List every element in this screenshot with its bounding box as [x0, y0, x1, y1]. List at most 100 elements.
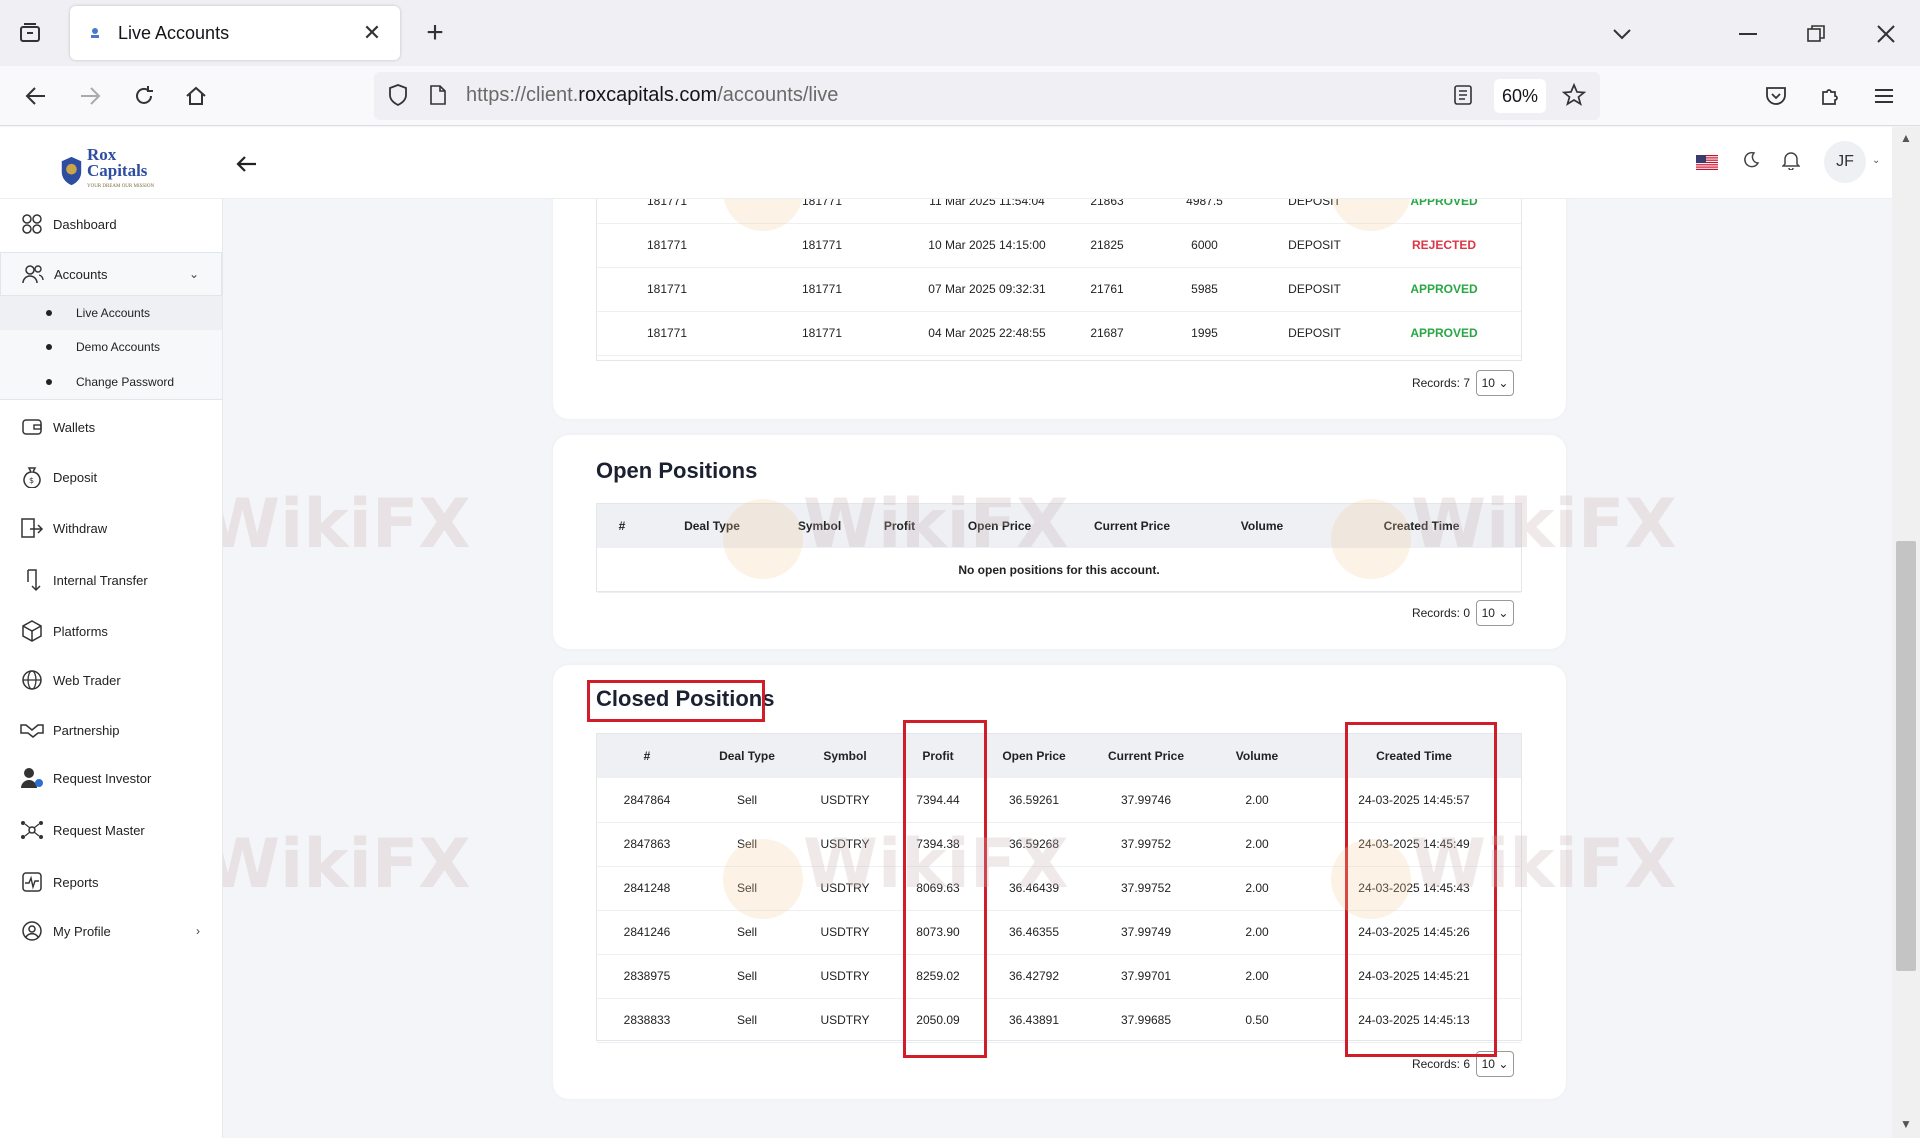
- svg-text:$: $: [29, 476, 34, 485]
- page-size-select[interactable]: 10 ⌄: [1476, 600, 1514, 626]
- table-cell: 36.46439: [983, 866, 1085, 911]
- reload-icon[interactable]: [128, 80, 160, 112]
- scrollbar-thumb[interactable]: [1896, 541, 1916, 971]
- column-header[interactable]: Symbol: [797, 734, 893, 778]
- sidebar-subitem-change-password[interactable]: Change Password: [0, 364, 222, 400]
- sidebar-item-label: Request Investor: [53, 770, 152, 786]
- sidebar-item-label: Web Trader: [53, 672, 121, 688]
- menu-icon[interactable]: [1868, 80, 1900, 112]
- restore-icon[interactable]: [1798, 16, 1834, 52]
- back-icon[interactable]: [20, 80, 52, 112]
- sidebar-item-internal-transfer[interactable]: Internal Transfer: [0, 559, 222, 601]
- collapse-sidebar-icon[interactable]: [236, 149, 258, 180]
- close-window-icon[interactable]: [1868, 16, 1904, 52]
- sidebar-subitem-live-accounts[interactable]: Live Accounts: [0, 296, 222, 330]
- column-header[interactable]: Created Time: [1322, 504, 1521, 548]
- minimize-icon[interactable]: [1730, 16, 1766, 52]
- notification-bell-icon[interactable]: [1781, 150, 1801, 175]
- extensions-icon[interactable]: [1814, 80, 1846, 112]
- sidebar-item-partnership[interactable]: Partnership: [0, 709, 222, 751]
- sidebar-item-wallets[interactable]: Wallets: [0, 406, 222, 448]
- sidebar-item-accounts[interactable]: Accounts ⌄: [0, 252, 222, 296]
- watermark-text: WikiFX: [223, 485, 471, 564]
- column-header[interactable]: #: [597, 504, 647, 548]
- sidebar-item-dashboard[interactable]: Dashboard: [0, 203, 222, 245]
- records-count: Records: 7 10 ⌄: [1412, 370, 1514, 396]
- us-flag-icon[interactable]: [1696, 155, 1718, 170]
- table-cell: 181771: [737, 223, 907, 268]
- sidebar-item-web-trader[interactable]: Web Trader: [0, 659, 222, 701]
- sidebar-item-reports[interactable]: Reports: [0, 861, 222, 903]
- tab-title: Live Accounts: [118, 22, 230, 43]
- table-cell: 11 Mar 2025 11:54:04: [907, 199, 1067, 224]
- tab-close-icon[interactable]: ✕: [360, 20, 384, 46]
- column-header[interactable]: #: [597, 734, 697, 778]
- table-cell: 1995: [1147, 311, 1262, 356]
- sidebar-item-platforms[interactable]: Platforms: [0, 610, 222, 652]
- table-cell: USDTRY: [797, 866, 893, 911]
- sidebar-item-label: Dashboard: [53, 216, 117, 232]
- browser-tab[interactable]: Live Accounts ✕: [70, 6, 400, 60]
- table-cell: 21825: [1067, 223, 1147, 268]
- shield-icon[interactable]: [388, 84, 408, 111]
- table-cell: 21761: [1067, 267, 1147, 312]
- user-avatar[interactable]: JF: [1824, 141, 1866, 183]
- sidebar-item-request-master[interactable]: Request Master: [0, 809, 222, 851]
- page-size-select[interactable]: 10 ⌄: [1476, 370, 1514, 396]
- page-scrollbar[interactable]: ▲ ▼: [1892, 127, 1920, 1138]
- bookmark-star-icon[interactable]: [1561, 82, 1587, 112]
- table-cell: 2847863: [597, 822, 697, 867]
- url-text[interactable]: https://client.roxcapitals.com/accounts/…: [466, 84, 838, 107]
- table-cell: 2.00: [1207, 778, 1307, 823]
- dark-mode-moon-icon[interactable]: [1742, 151, 1760, 174]
- sidebar-item-deposit[interactable]: $ Deposit: [0, 456, 222, 498]
- sidebar-subitem-label: Change Password: [76, 374, 175, 389]
- table-cell: 37.99752: [1085, 822, 1207, 867]
- address-bar[interactable]: https://client.roxcapitals.com/accounts/…: [374, 72, 1600, 120]
- chevron-right-icon: ›: [196, 924, 200, 938]
- tab-list-icon[interactable]: [16, 20, 44, 46]
- column-header[interactable]: Deal Type: [647, 504, 777, 548]
- sidebar-item-request-investor[interactable]: Request Investor: [0, 757, 222, 799]
- table-cell: Sell: [697, 822, 797, 867]
- rox-capitals-logo[interactable]: Rox Capitals YOUR DREAM OUR MISSION: [60, 146, 170, 191]
- column-header[interactable]: Deal Type: [697, 734, 797, 778]
- table-cell: 2.00: [1207, 910, 1307, 955]
- home-icon[interactable]: [180, 80, 212, 112]
- table-cell: 37.99701: [1085, 954, 1207, 999]
- pocket-icon[interactable]: [1760, 80, 1792, 112]
- table-cell: 2841248: [597, 866, 697, 911]
- list-all-tabs-icon[interactable]: [1604, 16, 1640, 52]
- scroll-down-icon[interactable]: ▼: [1900, 1117, 1912, 1131]
- table-cell: 2838833: [597, 998, 697, 1043]
- money-bag-icon: $: [20, 465, 44, 489]
- records-label: Records: 6: [1411, 1057, 1470, 1071]
- table-cell: 37.99746: [1085, 778, 1207, 823]
- forward-icon[interactable]: [74, 80, 106, 112]
- table-cell: USDTRY: [797, 822, 893, 867]
- watermark-text: WikiFX: [223, 199, 471, 216]
- bullet-icon: [46, 378, 52, 385]
- column-header[interactable]: Symbol: [777, 504, 862, 548]
- column-header[interactable]: Volume: [1202, 504, 1322, 548]
- sidebar-subitem-demo-accounts[interactable]: Demo Accounts: [0, 330, 222, 364]
- sidebar-item-withdraw[interactable]: Withdraw: [0, 507, 222, 549]
- zoom-level[interactable]: 60%: [1494, 79, 1546, 113]
- table-cell: 2838975: [597, 954, 697, 999]
- column-header[interactable]: Current Price: [1062, 504, 1202, 548]
- column-header[interactable]: Volume: [1207, 734, 1307, 778]
- new-tab-icon[interactable]: +: [420, 18, 450, 48]
- user-menu-chevron-icon[interactable]: ⌄: [1872, 155, 1880, 166]
- sidebar-subitem-label: Demo Accounts: [76, 340, 161, 354]
- table-cell: 07 Mar 2025 09:32:31: [907, 267, 1067, 312]
- column-header[interactable]: Open Price: [983, 734, 1085, 778]
- column-header[interactable]: Current Price: [1085, 734, 1207, 778]
- scroll-up-icon[interactable]: ▲: [1900, 131, 1912, 145]
- sidebar-item-my-profile[interactable]: My Profile ›: [0, 910, 222, 952]
- page-icon[interactable]: [430, 85, 446, 110]
- column-header[interactable]: Open Price: [937, 504, 1062, 548]
- dashboard-icon: [20, 212, 44, 236]
- column-header[interactable]: Profit: [862, 504, 937, 548]
- reader-view-icon[interactable]: [1454, 85, 1472, 110]
- highlight-box-title: [587, 680, 765, 722]
